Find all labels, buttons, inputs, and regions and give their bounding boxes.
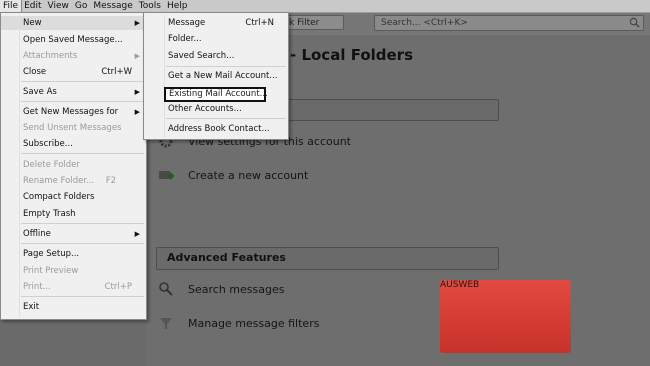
menu-separator: [21, 243, 144, 244]
menu-item-label: Print...: [23, 282, 51, 292]
menu-separator: [166, 66, 286, 67]
ausweb-logo-text: AUSWEB: [440, 280, 480, 290]
menu-item-label: Saved Search...: [168, 51, 235, 61]
manage-filters-label: Manage message filters: [188, 316, 320, 330]
menu-item-label: Offline: [23, 229, 51, 239]
menu-item-label: Message: [168, 18, 206, 28]
menu-item-label: Page Setup...: [23, 249, 80, 259]
file-menu-empty-trash[interactable]: Empty Trash: [1, 207, 146, 221]
magnifier-icon: [158, 281, 174, 297]
new-mail-account-item[interactable]: Get a New Mail Account...: [144, 69, 288, 83]
file-menu-offline[interactable]: Offline ▶: [1, 227, 146, 241]
new-submenu: Message Ctrl+N Folder... Saved Search... …: [143, 12, 289, 140]
file-menu-subscribe[interactable]: Subscribe...: [1, 137, 146, 151]
file-menu-rename-folder[interactable]: Rename Folder... F2: [1, 174, 146, 188]
search-icon: [629, 17, 640, 28]
menu-item-label: Rename Folder...: [23, 176, 95, 186]
ausweb-logo: [440, 280, 571, 353]
file-menu-new[interactable]: New ▶: [1, 16, 146, 30]
menu-separator: [21, 296, 144, 297]
menu-separator: [21, 153, 144, 154]
menu-go[interactable]: Go: [72, 0, 90, 12]
new-folder-item[interactable]: Folder...: [144, 32, 288, 46]
menu-item-label: Get a New Mail Account...: [168, 71, 278, 81]
address-book-contact-item[interactable]: Address Book Contact...: [144, 122, 288, 136]
file-menu-delete-folder[interactable]: Delete Folder: [1, 158, 146, 172]
menu-help[interactable]: Help: [164, 0, 191, 12]
file-menu-get-new[interactable]: Get New Messages for ▶: [1, 105, 146, 119]
menu-edit[interactable]: Edit: [21, 0, 44, 12]
menu-item-label: Folder...: [168, 34, 202, 44]
file-menu-send-unsent[interactable]: Send Unsent Messages: [1, 121, 146, 135]
menu-item-label: Other Accounts...: [168, 104, 242, 114]
menu-separator: [21, 101, 144, 102]
menu-tools[interactable]: Tools: [136, 0, 164, 12]
file-menu-compact[interactable]: Compact Folders: [1, 190, 146, 204]
submenu-arrow-icon: ▶: [134, 19, 140, 27]
submenu-arrow-icon: ▶: [134, 88, 140, 96]
menu-item-label: Save As: [23, 87, 57, 97]
other-accounts-item[interactable]: Other Accounts...: [144, 102, 288, 116]
create-account-label: Create a new account: [188, 168, 309, 182]
menu-view[interactable]: View: [45, 0, 72, 12]
existing-mail-account-item[interactable]: Existing Mail Account...: [164, 87, 268, 102]
menu-message[interactable]: Message: [90, 0, 135, 12]
filter-icon: [158, 315, 174, 331]
quick-filter-button[interactable]: k Filter: [284, 15, 344, 30]
menu-item-label: Close: [23, 67, 47, 77]
menu-item-label: Attachments: [23, 51, 78, 61]
submenu-arrow-icon: ▶: [134, 108, 140, 116]
menu-item-label: Exit: [23, 302, 40, 312]
menu-item-label: Send Unsent Messages: [23, 123, 122, 133]
menu-separator: [21, 81, 144, 82]
new-saved-search-item[interactable]: Saved Search...: [144, 49, 288, 63]
advanced-features-title: Advanced Features: [167, 251, 286, 264]
file-menu-save-as[interactable]: Save As ▶: [1, 85, 146, 99]
menu-item-shortcut: Ctrl+P: [104, 282, 132, 292]
search-input[interactable]: Search... <Ctrl+K>: [374, 15, 644, 31]
new-message-item[interactable]: Message Ctrl+N: [144, 16, 288, 30]
search-messages-link[interactable]: Search messages: [158, 281, 284, 297]
menu-item-label: Existing Mail Account...: [169, 89, 268, 99]
search-placeholder: Search... <Ctrl+K>: [381, 18, 468, 28]
menu-item-label: Print Preview: [23, 266, 79, 276]
submenu-arrow-icon: ▶: [134, 230, 140, 238]
file-menu-open-saved[interactable]: Open Saved Message...: [1, 33, 146, 47]
file-menu-print-preview[interactable]: Print Preview: [1, 264, 146, 278]
menu-item-label: Empty Trash: [23, 209, 76, 219]
submenu-arrow-icon: ▶: [134, 52, 140, 60]
menu-separator: [166, 118, 286, 119]
menu-item-shortcut: Ctrl+W: [101, 67, 132, 77]
menu-item-label: Compact Folders: [23, 192, 95, 202]
search-messages-label: Search messages: [188, 282, 285, 296]
file-menu: New ▶ Open Saved Message... Attachments ▶ …: [0, 12, 147, 320]
menu-item-label: New: [23, 18, 42, 28]
file-menu-print[interactable]: Print... Ctrl+P: [1, 280, 146, 294]
menu-item-label: Delete Folder: [23, 160, 80, 170]
create-account-link[interactable]: Create a new account: [158, 167, 308, 183]
manage-filters-link[interactable]: Manage message filters: [158, 315, 319, 331]
advanced-features-header: Advanced Features: [156, 247, 499, 270]
add-account-icon: [158, 167, 174, 183]
menu-item-label: Open Saved Message...: [23, 35, 123, 45]
menu-item-shortcut: F2: [105, 176, 116, 186]
menu-separator: [21, 223, 144, 224]
menu-item-label: Address Book Contact...: [168, 124, 270, 134]
file-menu-exit[interactable]: Exit: [1, 300, 146, 314]
file-menu-attachments[interactable]: Attachments ▶: [1, 49, 146, 63]
file-menu-page-setup[interactable]: Page Setup...: [1, 247, 146, 261]
menu-file[interactable]: File: [0, 0, 23, 13]
page-title: - Local Folders: [290, 46, 414, 64]
menu-item-label: Subscribe...: [23, 139, 73, 149]
menu-item-label: Get New Messages for: [23, 107, 119, 117]
file-menu-close[interactable]: Close Ctrl+W: [1, 65, 146, 79]
menu-item-shortcut: Ctrl+N: [245, 18, 274, 28]
